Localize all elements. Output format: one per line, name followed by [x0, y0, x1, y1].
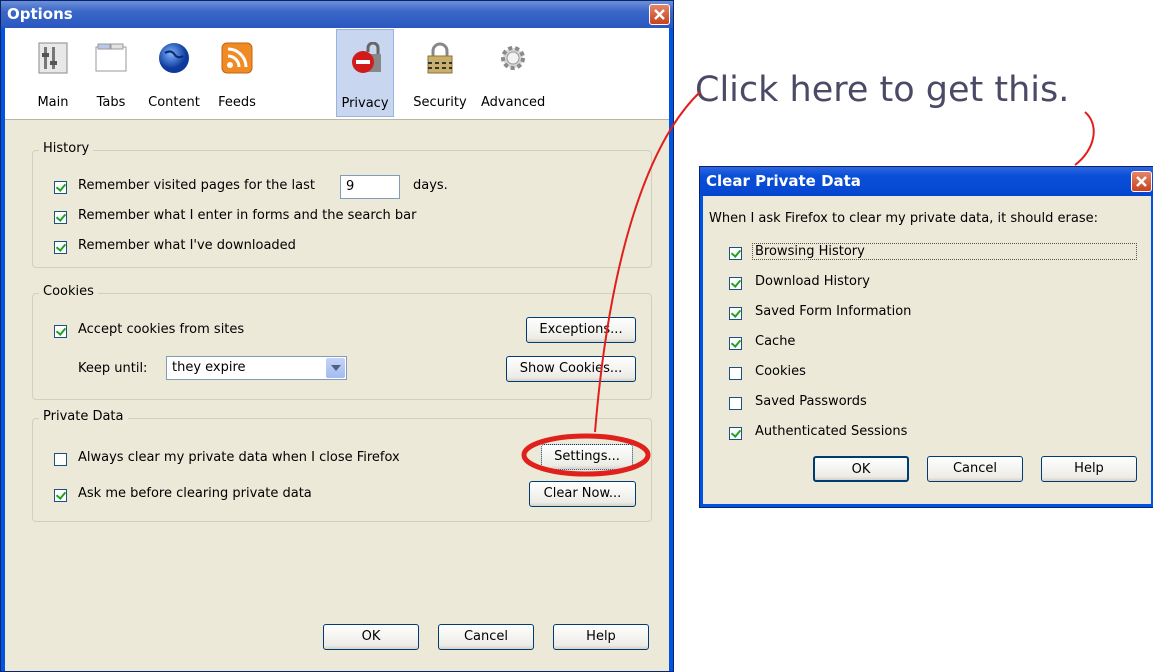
pane-tabs[interactable]: Tabs [82, 29, 140, 117]
cookies-group: Cookies Accept cookies from sites Except… [32, 284, 652, 400]
pane-feeds[interactable]: Feeds [208, 29, 266, 117]
pane-privacy[interactable]: Privacy [336, 29, 394, 117]
options-window: Options Main Tabs Content Feeds Privacy … [0, 0, 674, 672]
pane-tabs-label: Tabs [96, 95, 126, 110]
pane-privacy-label: Privacy [341, 96, 389, 111]
chevron-down-icon[interactable] [326, 358, 345, 378]
tabs-icon [95, 43, 127, 72]
clear-dialog-client: When I ask Firefox to clear my private d… [703, 196, 1151, 504]
history-group: History Remember visited pages for the l… [32, 141, 652, 268]
options-client: Main Tabs Content Feeds Privacy Security [5, 28, 669, 671]
main-icon [38, 42, 68, 74]
always-clear-label: Always clear my private data when I clos… [78, 450, 400, 465]
pane-feeds-label: Feeds [218, 95, 256, 110]
clear-dialog-intro: When I ask Firefox to clear my private d… [709, 211, 1099, 226]
cache-label: Cache [755, 334, 796, 349]
pane-advanced-label: Advanced [481, 95, 546, 110]
ask-me-label: Ask me before clearing private data [78, 486, 312, 501]
options-title: Options [7, 5, 73, 23]
accept-cookies-checkbox[interactable] [54, 325, 67, 338]
pane-content-label: Content [148, 95, 200, 110]
remember-visited-checkbox[interactable] [54, 181, 67, 194]
exceptions-button[interactable]: Exceptions... [526, 317, 636, 343]
cookies-checkbox[interactable] [729, 367, 742, 380]
padlock-icon [427, 42, 453, 74]
annotation-text: Click here to get this. [695, 70, 1070, 110]
clear-dialog-close-button[interactable] [1131, 171, 1152, 192]
saved-form-information-checkbox[interactable] [729, 307, 742, 320]
cookies-legend: Cookies [39, 284, 98, 299]
remember-downloads-label: Remember what I've downloaded [78, 238, 296, 253]
remember-downloads-checkbox[interactable] [54, 241, 67, 254]
keep-until-select[interactable]: they expire [166, 356, 347, 380]
close-icon [1136, 176, 1147, 187]
accept-cookies-label: Accept cookies from sites [78, 322, 245, 337]
private-data-legend: Private Data [39, 409, 128, 424]
clear-dialog-help-button[interactable]: Help [1041, 456, 1137, 482]
pane-advanced[interactable]: Advanced [481, 29, 545, 117]
remember-forms-label: Remember what I enter in forms and the s… [78, 208, 417, 223]
authenticated-sessions-label: Authenticated Sessions [755, 424, 908, 439]
download-history-checkbox[interactable] [729, 277, 742, 290]
days-label: days. [413, 178, 448, 193]
saved-passwords-checkbox[interactable] [729, 397, 742, 410]
pane-content[interactable]: Content [145, 29, 203, 117]
remember-forms-checkbox[interactable] [54, 211, 67, 224]
rss-icon [221, 42, 253, 74]
pane-main-label: Main [37, 95, 69, 110]
history-legend: History [39, 141, 94, 156]
clear-dialog-ok-button[interactable]: OK [813, 456, 909, 482]
options-cancel-button[interactable]: Cancel [438, 624, 534, 650]
private-data-group: Private Data Always clear my private dat… [32, 409, 652, 522]
days-input[interactable]: 9 [340, 175, 400, 199]
saved-passwords-label: Saved Passwords [755, 394, 867, 409]
keep-until-label: Keep until: [78, 361, 148, 376]
clear-private-data-dialog: Clear Private Data When I ask Firefox to… [699, 166, 1153, 508]
gear-icon [501, 46, 525, 70]
globe-icon [159, 43, 189, 73]
lock-sign-icon [352, 42, 381, 73]
clear-dialog-title: Clear Private Data [706, 172, 861, 190]
close-icon [654, 9, 665, 20]
options-close-button[interactable] [649, 4, 670, 25]
annotation-hook [1074, 111, 1095, 166]
settings-button[interactable]: Settings... [541, 444, 633, 470]
cookies-label: Cookies [755, 364, 806, 379]
browsing-history-checkbox[interactable] [729, 247, 742, 260]
options-ok-button[interactable]: OK [323, 624, 419, 650]
pane-toolbar: Main Tabs Content Feeds Privacy Security [5, 28, 669, 120]
options-titlebar[interactable]: Options [1, 1, 673, 28]
clear-dialog-titlebar[interactable]: Clear Private Data [700, 167, 1153, 196]
pane-security-label: Security [413, 95, 467, 110]
cache-checkbox[interactable] [729, 337, 742, 350]
ask-me-checkbox[interactable] [54, 489, 67, 502]
authenticated-sessions-checkbox[interactable] [729, 427, 742, 440]
remember-visited-label: Remember visited pages for the last [78, 178, 315, 193]
options-help-button[interactable]: Help [553, 624, 649, 650]
pane-main[interactable]: Main [24, 29, 82, 117]
pane-security[interactable]: Security [411, 29, 469, 117]
clear-dialog-cancel-button[interactable]: Cancel [927, 456, 1023, 482]
download-history-label: Download History [755, 274, 871, 289]
show-cookies-button[interactable]: Show Cookies... [506, 356, 636, 382]
browsing-history-label: Browsing History [752, 243, 1137, 260]
clear-now-button[interactable]: Clear Now... [529, 481, 636, 507]
saved-form-information-label: Saved Form Information [755, 304, 912, 319]
keep-until-value: they expire [172, 360, 246, 375]
always-clear-checkbox[interactable] [54, 453, 67, 466]
